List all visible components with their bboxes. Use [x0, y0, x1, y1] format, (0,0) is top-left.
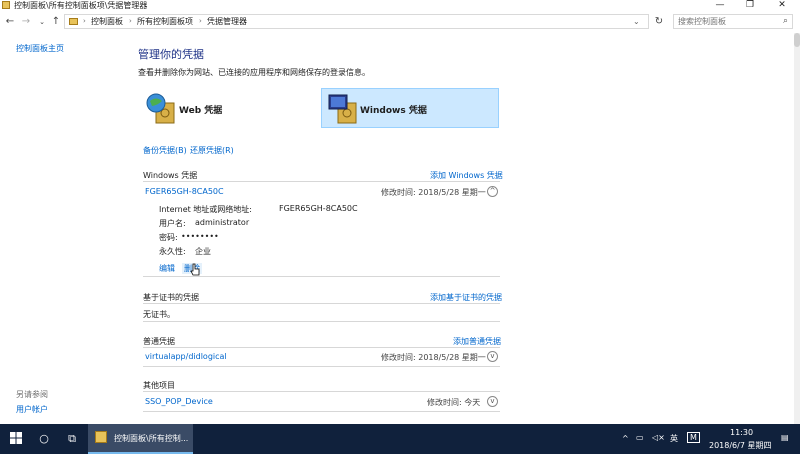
hand-cursor-icon [190, 263, 200, 276]
search-input[interactable] [678, 15, 778, 28]
address-box[interactable]: › 控制面板 › 所有控制面板项 › 凭据管理器 ⌄ [64, 14, 649, 29]
username-value: administrator [195, 218, 250, 227]
control-panel-icon [95, 431, 107, 443]
generic-credentials-heading: 普通凭据 [143, 337, 175, 346]
windows-credentials-label: Windows 凭据 [360, 106, 427, 116]
divider [143, 321, 500, 322]
divider [143, 303, 500, 304]
crumb-all-items[interactable]: 所有控制面板项 [137, 15, 193, 28]
cortana-circle-icon[interactable]: ○ [36, 432, 52, 446]
clock-date[interactable]: 2018/6/7 星期四 [709, 440, 771, 451]
folder-icon [69, 18, 78, 25]
taskbar-app-label: 控制面板\所有控制... [114, 434, 189, 443]
password-label: 密码: [159, 233, 178, 242]
add-generic-credential-link[interactable]: 添加普通凭据 [453, 336, 501, 347]
web-credentials-card[interactable]: Web 凭据 [140, 88, 320, 128]
chevron-down-icon[interactable]: v [487, 396, 498, 407]
credential-name[interactable]: FGER65GH-8CA50C [145, 187, 224, 196]
divider [143, 181, 500, 182]
scrollbar[interactable] [794, 33, 800, 424]
crumb-credential-manager[interactable]: 凭据管理器 [207, 15, 247, 28]
divider [143, 276, 500, 277]
control-panel-home-link[interactable]: 控制面板主页 [16, 43, 64, 54]
recent-dropdown[interactable]: ⌄ [36, 15, 48, 29]
search-box[interactable]: ⌕ [673, 14, 793, 29]
divider [143, 366, 500, 367]
password-value: •••••••• [181, 232, 219, 241]
up-button[interactable]: ↑ [50, 15, 62, 29]
maximize-button[interactable]: ❐ [736, 0, 764, 11]
add-windows-credential-link[interactable]: 添加 Windows 凭据 [430, 170, 503, 181]
close-button[interactable]: ✕ [768, 0, 796, 11]
edit-link[interactable]: 编辑 [159, 263, 175, 274]
generic-credential-modified: 修改时间: 2018/5/28 星期一 [381, 353, 486, 362]
web-credentials-label: Web 凭据 [179, 106, 223, 116]
title-bar: 控制面板\所有控制面板项\凭据管理器 — ❐ ✕ [0, 0, 800, 11]
divider [143, 391, 500, 392]
crumb-control-panel[interactable]: 控制面板 [91, 15, 123, 28]
other-item-name[interactable]: SSO_POP_Device [145, 397, 213, 406]
other-item-modified: 修改时间: 今天 [427, 398, 481, 407]
chevron-down-icon[interactable]: ⌄ [633, 15, 640, 28]
control-panel-icon [2, 1, 10, 9]
divider [143, 347, 500, 348]
refresh-icon[interactable]: ↻ [652, 14, 666, 29]
add-certificate-credential-link[interactable]: 添加基于证书的凭据 [430, 292, 502, 303]
forward-button[interactable]: → [20, 15, 32, 29]
volume-muted-icon[interactable]: ◁× [652, 433, 665, 442]
search-icon[interactable]: ⌕ [783, 16, 788, 26]
page-title: 管理你的凭据 [138, 48, 204, 61]
network-icon[interactable]: ▭ [636, 433, 644, 442]
back-button[interactable]: ← [4, 15, 16, 29]
notification-icon[interactable]: ▤ [781, 433, 789, 442]
globe-safe-icon [146, 93, 175, 124]
chevron-right-icon: › [129, 17, 132, 25]
minimize-button[interactable]: — [706, 0, 734, 11]
language-indicator[interactable]: 英 [670, 433, 678, 444]
chevron-right-icon: › [83, 17, 86, 25]
windows-safe-icon [328, 94, 357, 124]
windows-start-icon[interactable] [8, 432, 24, 446]
page-subtitle: 查看并删除你为网站、已连接的应用程序和网络保存的登录信息。 [138, 68, 370, 77]
chevron-up-icon[interactable]: ^ [622, 434, 629, 443]
window-title: 控制面板\所有控制面板项\凭据管理器 [14, 1, 148, 10]
clock-time[interactable]: 11:30 [730, 428, 753, 437]
restore-credentials-link[interactable]: 还原凭据(R) [190, 145, 234, 156]
chevron-down-icon[interactable]: v [487, 351, 498, 362]
address-label: Internet 地址或网络地址: [159, 205, 253, 214]
persistence-label: 永久性: [159, 247, 186, 256]
no-certificates-text: 无证书。 [143, 310, 175, 319]
address-value: FGER65GH-8CA50C [279, 204, 358, 213]
windows-credentials-heading: Windows 凭据 [143, 171, 198, 180]
username-label: 用户名: [159, 219, 186, 228]
see-also-label: 另请参阅 [16, 390, 48, 399]
user-accounts-link[interactable]: 用户帐户 [16, 404, 48, 415]
taskbar: ○ ⧉ 控制面板\所有控制... ^ ▭ ◁× 英 M 11:30 2018/6… [0, 424, 800, 454]
task-view-icon[interactable]: ⧉ [64, 432, 80, 446]
other-items-heading: 其他项目 [143, 381, 175, 390]
certificate-credentials-heading: 基于证书的凭据 [143, 293, 199, 302]
chevron-right-icon: › [199, 17, 202, 25]
scroll-thumb[interactable] [794, 33, 800, 47]
chevron-up-icon[interactable]: ^ [487, 186, 498, 197]
persistence-value: 企业 [195, 247, 211, 256]
credential-modified: 修改时间: 2018/5/28 星期一 [381, 188, 486, 197]
generic-credential-name[interactable]: virtualapp/didlogical [145, 352, 227, 361]
taskbar-app-control-panel[interactable]: 控制面板\所有控制... [88, 424, 193, 454]
divider [143, 411, 500, 412]
backup-credentials-link[interactable]: 备份凭据(B) [143, 145, 187, 156]
ime-indicator[interactable]: M [687, 432, 700, 443]
windows-credentials-card[interactable]: Windows 凭据 [321, 88, 499, 128]
